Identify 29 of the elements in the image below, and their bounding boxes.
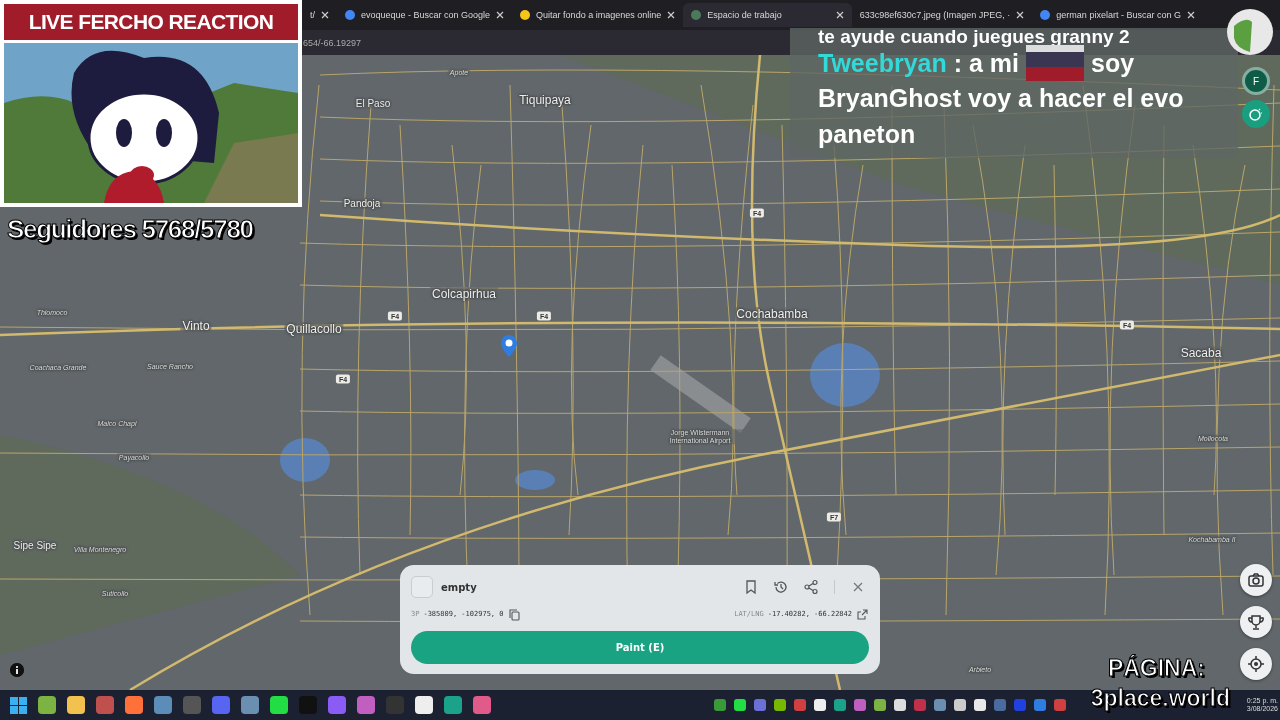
place-label: Sacaba	[1178, 346, 1224, 360]
page-label: PÁGINA:	[1107, 653, 1205, 683]
tab-title: Espacio de trabajo	[707, 10, 782, 20]
chat-message: : a mi	[953, 48, 1020, 78]
place-label: Colcapirhua	[430, 287, 498, 301]
chat-username: Tweebryan	[818, 48, 947, 78]
browser-tab[interactable]: 633c98ef630c7.jpeg (Imagen JPEG, ·	[851, 3, 1033, 27]
chat-message: soy	[1091, 48, 1135, 78]
place-label: Tiquipaya	[517, 93, 573, 107]
tab-title: Quitar fondo a imagenes online	[536, 10, 662, 20]
place-label: Quillacollo	[284, 322, 344, 336]
place-label: Cochabamba	[734, 307, 810, 321]
color-name: empty	[441, 581, 478, 593]
chat-message: BryanGhost voy a hacer el evo paneton	[818, 83, 1185, 150]
browser-tab[interactable]: evoqueque - Buscar con Google	[337, 3, 513, 27]
page-url: 3place.world	[1090, 684, 1230, 713]
browser-tab[interactable]: Espacio de trabajo	[683, 3, 852, 27]
tab-title: german pixelart - Buscar con G	[1056, 10, 1181, 20]
tab-title: t/	[310, 10, 315, 20]
tab-title: evoqueque - Buscar con Google	[361, 10, 491, 20]
tab-title: 633c98ef630c7.jpeg (Imagen JPEG, ·	[859, 10, 1011, 20]
chat-message: te ayude cuando juegues granny 2	[818, 26, 1131, 48]
follower-count: Seguidores 5768/5780	[7, 214, 253, 245]
browser-tab[interactable]: Quitar fondo a imagenes online	[512, 3, 684, 27]
browser-tab[interactable]: german pixelart - Buscar con G	[1032, 3, 1203, 27]
browser-tab[interactable]: t/	[302, 3, 337, 27]
address-text: 654/-66.19297	[303, 37, 362, 48]
stream-title: LIVE FERCHO REACTION	[4, 4, 298, 40]
place-label: Vinto	[180, 319, 212, 333]
